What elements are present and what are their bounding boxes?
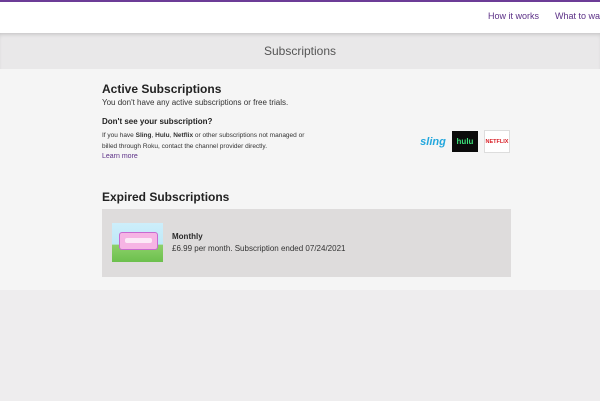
hulu-logo: hulu — [452, 131, 478, 152]
learn-more-link[interactable]: Learn more — [102, 153, 138, 160]
help-text-brand-hulu: Hulu — [155, 132, 170, 139]
nav-link-how-it-works[interactable]: How it works — [488, 11, 539, 21]
channel-thumbnail — [112, 223, 163, 262]
active-subscriptions-message: You don't have any active subscriptions … — [102, 98, 289, 107]
page-title: Subscriptions — [263, 44, 337, 58]
nav-link-what-to-watch[interactable]: What to wa — [555, 11, 600, 21]
expired-subscription-card[interactable]: Monthly £6.99 per month. Subscription en… — [102, 209, 511, 277]
help-text-prefix: If you have — [102, 132, 136, 139]
subscriptions-content: Active Subscriptions You don't have any … — [0, 69, 600, 290]
subscription-plan-name: Monthly — [172, 232, 203, 241]
page-header: Subscriptions — [0, 33, 600, 69]
active-subscriptions-heading: Active Subscriptions — [102, 82, 222, 96]
help-text-brand-netflix: Netflix — [173, 132, 194, 139]
subscription-plan-detail: £6.99 per month. Subscription ended 07/2… — [172, 244, 346, 253]
channel-thumbnail-banner — [119, 232, 158, 250]
dont-see-subscription-heading: Don't see your subscription? — [102, 117, 213, 126]
help-text-brand-sling: Sling — [135, 132, 152, 139]
provider-logos: sling hulu NETFLIX — [420, 130, 510, 153]
sling-logo: sling — [420, 135, 446, 148]
netflix-logo: NETFLIX — [484, 130, 510, 153]
expired-subscriptions-heading: Expired Subscriptions — [102, 190, 230, 204]
help-text: If you have Sling, Hulu, Netflix or othe… — [102, 130, 317, 152]
top-navigation-bar: How it works What to wa — [0, 0, 600, 33]
top-nav-links: How it works What to wa — [488, 11, 600, 21]
